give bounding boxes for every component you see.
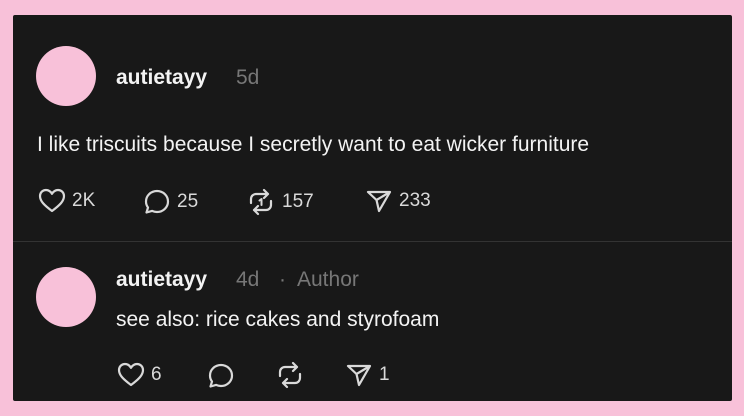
thread-panel: autietayy 5d I like triscuits because I … xyxy=(13,15,732,401)
avatar[interactable] xyxy=(36,46,96,106)
like-button[interactable]: 6 xyxy=(117,362,162,388)
repost-button[interactable]: 157 xyxy=(246,188,314,216)
repost-icon xyxy=(275,361,305,389)
divider xyxy=(13,241,732,242)
comment-icon xyxy=(207,362,235,390)
avatar[interactable] xyxy=(36,267,96,327)
heart-icon xyxy=(117,362,145,388)
reply-count: 25 xyxy=(177,191,199,212)
author-badge: Author xyxy=(297,268,359,291)
repost-button[interactable] xyxy=(275,361,305,389)
share-button[interactable]: 233 xyxy=(365,188,431,214)
like-count: 6 xyxy=(151,364,162,385)
share-button[interactable]: 1 xyxy=(345,362,390,388)
like-button[interactable]: 2K xyxy=(38,188,95,214)
repost-icon xyxy=(246,188,276,216)
heart-icon xyxy=(38,188,66,214)
reply-text: see also: rice cakes and styrofoam xyxy=(116,308,440,331)
reply-timestamp: 4d xyxy=(236,268,260,291)
reply-username[interactable]: autietayy xyxy=(116,268,207,292)
share-icon xyxy=(345,362,373,388)
post-text: I like triscuits because I secretly want… xyxy=(37,133,590,156)
share-count: 1 xyxy=(379,364,390,385)
like-count: 2K xyxy=(72,190,96,211)
reply-button[interactable] xyxy=(207,362,235,390)
share-icon xyxy=(365,188,393,214)
repost-count: 157 xyxy=(282,191,314,212)
reply-button[interactable]: 25 xyxy=(143,188,198,216)
share-count: 233 xyxy=(399,190,431,211)
post-username[interactable]: autietayy xyxy=(116,66,207,90)
post-timestamp: 5d xyxy=(236,66,260,89)
meta-separator: · xyxy=(279,268,286,291)
comment-icon xyxy=(143,188,171,216)
